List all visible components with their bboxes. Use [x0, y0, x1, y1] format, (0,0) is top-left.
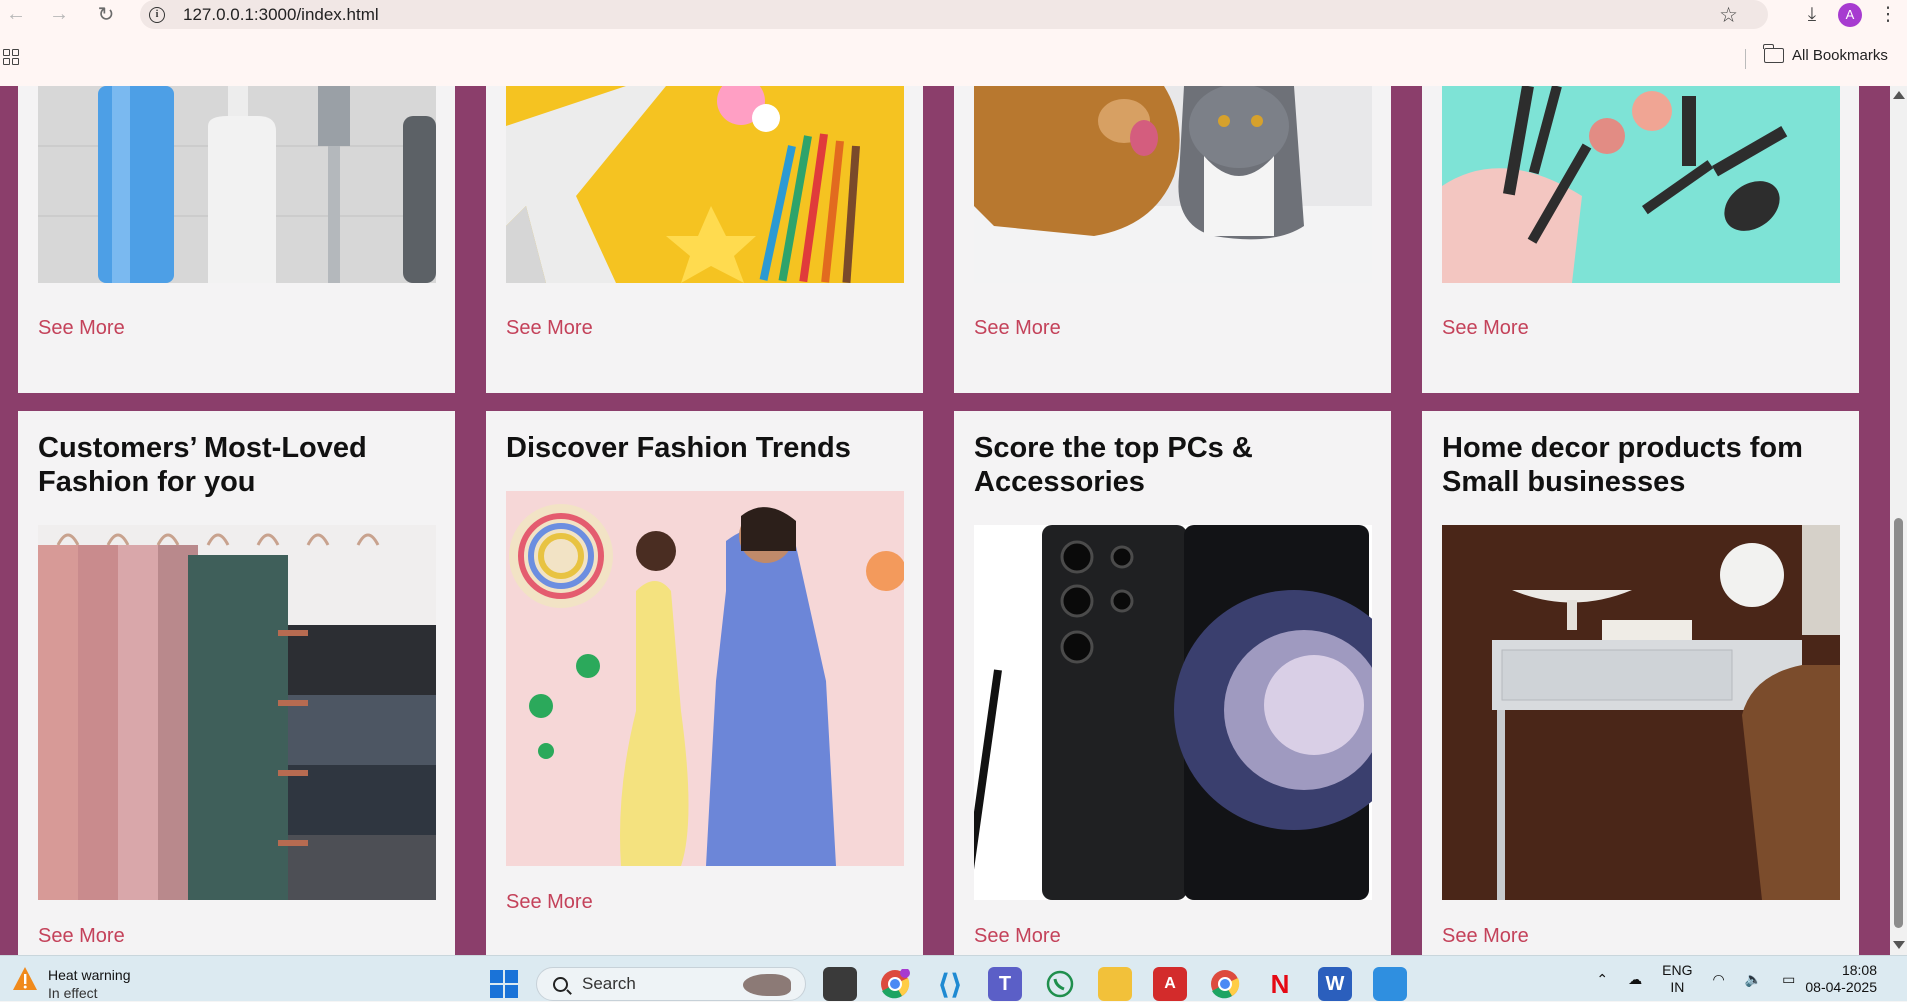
acrobat-icon[interactable]: A	[1153, 967, 1187, 1001]
toolbar-right: ⤓ A ⋮	[1793, 0, 1907, 29]
battery-icon[interactable]: ▭	[1782, 971, 1795, 988]
vscode-icon[interactable]: ⟨⟩	[933, 967, 967, 1001]
scroll-down-icon[interactable]	[1893, 941, 1905, 949]
chevron-up-icon[interactable]: ⌃	[1596, 971, 1608, 988]
search-highlight-image	[743, 974, 791, 996]
file-explorer-icon[interactable]	[1098, 967, 1132, 1001]
avatar: A	[1838, 2, 1862, 27]
whatsapp-icon[interactable]	[1043, 967, 1077, 1001]
photos-icon[interactable]	[1373, 967, 1407, 1001]
card-title: Discover Fashion Trends	[506, 432, 851, 464]
all-bookmarks-button[interactable]: All Bookmarks	[1763, 44, 1888, 64]
card-image-toys[interactable]	[506, 86, 904, 283]
card-image-pets[interactable]	[974, 86, 1372, 283]
card-image-trends[interactable]	[506, 491, 904, 866]
all-bookmarks-label: All Bookmarks	[1792, 47, 1888, 64]
card-title: Home decor products fom Small businesses	[1442, 432, 1803, 498]
chrome-icon[interactable]	[878, 967, 912, 1001]
bookmarks-bar: All Bookmarks	[0, 29, 1907, 86]
category-card: Home decor products fom Small businesses…	[1422, 411, 1859, 955]
profile-button[interactable]: A	[1831, 0, 1869, 29]
kebab-menu-icon[interactable]: ⋮	[1869, 0, 1907, 29]
teams-icon[interactable]: T	[988, 967, 1022, 1001]
folder-icon	[1763, 44, 1784, 63]
see-more-link[interactable]: See More	[506, 891, 593, 914]
card-image-toiletries[interactable]	[38, 86, 436, 283]
category-card: See More	[486, 86, 923, 393]
weather-subtitle: In effect	[48, 985, 98, 1001]
volume-icon[interactable]: 🔈	[1745, 971, 1762, 988]
system-tray: ⌃ ☁ ENG IN ◠ 🔈 ▭ 18:08 08-04-2025	[1586, 956, 1907, 1002]
clock[interactable]: 18:08 08-04-2025	[1805, 962, 1877, 996]
reload-icon[interactable]: ↻	[92, 0, 120, 28]
see-more-link[interactable]: See More	[974, 317, 1061, 340]
weather-widget[interactable]: Heat warning In effect	[12, 966, 131, 1002]
category-card: Score the top PCs & Accessories See More	[954, 411, 1391, 955]
category-card: See More	[1422, 86, 1859, 393]
weather-title: Heat warning	[48, 967, 131, 983]
netflix-icon[interactable]: N	[1263, 967, 1297, 1001]
heat-warning-icon	[13, 967, 37, 990]
language-indicator[interactable]: ENG IN	[1662, 962, 1692, 996]
see-more-link[interactable]: See More	[974, 925, 1061, 948]
card-image-makeup[interactable]	[1442, 86, 1840, 283]
lang-bottom: IN	[1670, 979, 1685, 995]
vertical-scrollbar[interactable]	[1890, 86, 1907, 955]
see-more-link[interactable]: See More	[38, 925, 125, 948]
see-more-link[interactable]: See More	[1442, 317, 1529, 340]
date-text: 08-04-2025	[1805, 979, 1877, 995]
card-image-fashion[interactable]	[38, 525, 436, 900]
page-content: See More See More See More See More Cust…	[0, 86, 1890, 955]
forward-arrow-icon[interactable]: →	[45, 0, 73, 28]
file-manager-icon[interactable]	[823, 967, 857, 1001]
card-title: Customers’ Most-Loved Fashion for you	[38, 432, 367, 498]
info-icon[interactable]: i	[149, 6, 165, 23]
category-card: See More	[18, 86, 455, 393]
address-bar[interactable]: i 127.0.0.1:3000/index.html ☆	[140, 0, 1768, 29]
time-text: 18:08	[1841, 962, 1877, 978]
url-text[interactable]: 127.0.0.1:3000/index.html	[183, 5, 379, 25]
see-more-link[interactable]: See More	[1442, 925, 1529, 948]
category-card: Customers’ Most-Loved Fashion for you Se…	[18, 411, 455, 955]
download-icon[interactable]: ⤓	[1793, 0, 1831, 29]
windows-start-icon[interactable]	[490, 970, 518, 998]
card-image-decor[interactable]	[1442, 525, 1840, 900]
cloud-icon[interactable]: ☁	[1628, 971, 1642, 988]
browser-toolbar: ← → ↻ i 127.0.0.1:3000/index.html ☆ ⤓ A …	[0, 0, 1907, 29]
bookmarks-divider	[1745, 49, 1746, 69]
category-card: Discover Fashion Trends See More	[486, 411, 923, 955]
word-icon[interactable]: W	[1318, 967, 1352, 1001]
see-more-link[interactable]: See More	[38, 317, 125, 340]
wifi-icon[interactable]: ◠	[1712, 971, 1724, 988]
apps-grid-icon[interactable]	[3, 49, 19, 65]
taskbar: Heat warning In effect Search ⟨⟩ T A N W…	[0, 955, 1907, 1001]
scroll-up-icon[interactable]	[1893, 91, 1905, 99]
card-title: Score the top PCs & Accessories	[974, 432, 1253, 498]
back-arrow-icon[interactable]: ←	[2, 0, 30, 28]
chrome-profile-icon[interactable]	[1208, 967, 1242, 1001]
search-label: Search	[582, 974, 636, 993]
category-card: See More	[954, 86, 1391, 393]
card-image-phone[interactable]	[974, 525, 1372, 900]
taskbar-search[interactable]: Search	[536, 967, 806, 1001]
search-icon	[553, 976, 568, 992]
star-icon[interactable]: ☆	[1719, 3, 1738, 28]
see-more-link[interactable]: See More	[506, 317, 593, 340]
scroll-thumb[interactable]	[1894, 518, 1903, 928]
lang-top: ENG	[1662, 962, 1693, 978]
